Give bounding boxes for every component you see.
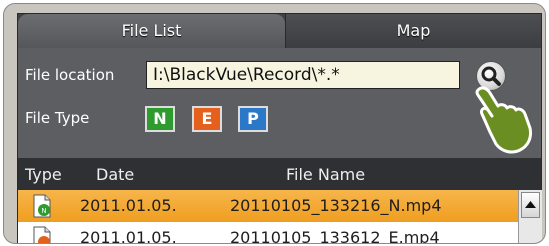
file-type-label: File Type <box>25 109 90 127</box>
svg-text:N: N <box>41 207 46 215</box>
column-header-date[interactable]: Date <box>96 165 134 184</box>
row-date: 2011.01.05. <box>80 196 177 215</box>
tab-map[interactable]: Map <box>285 14 541 48</box>
arrow-up-icon <box>525 201 536 208</box>
file-location-label: File location <box>25 66 115 84</box>
row-file-name: 20110105_133216_N.mp4 <box>230 196 442 215</box>
file-event-icon <box>33 226 51 243</box>
file-type-event-button[interactable]: E <box>192 106 222 132</box>
filter-area: File location I:\BlackVue\Record\*.* Fil… <box>18 48 541 158</box>
file-type-parking-button[interactable]: P <box>238 106 268 132</box>
file-type-normal-button[interactable]: N <box>145 106 175 132</box>
file-list-panel: File List Map File location I:\BlackVue\… <box>17 13 542 244</box>
table-row[interactable]: N 2011.01.05. 20110105_133216_N.mp4 <box>18 190 518 222</box>
tab-file-list[interactable]: File List <box>18 14 285 48</box>
file-location-field[interactable]: I:\BlackVue\Record\*.* <box>146 61 460 89</box>
column-header-file-name[interactable]: File Name <box>286 165 365 184</box>
scroll-up-button[interactable] <box>521 192 540 218</box>
column-header-type[interactable]: Type <box>25 165 62 184</box>
window-frame: File List Map File location I:\BlackVue\… <box>3 3 546 244</box>
tab-file-list-label: File List <box>121 21 182 40</box>
scrollbar[interactable] <box>518 190 542 243</box>
pointing-hand-icon <box>475 86 532 154</box>
row-date: 2011.01.05. <box>80 228 177 244</box>
row-file-name: 20110105_133612_E.mp4 <box>230 228 440 244</box>
table-row[interactable]: 2011.01.05. 20110105_133612_E.mp4 <box>18 222 518 244</box>
table-header: Type Date File Name <box>18 158 541 190</box>
tab-map-label: Map <box>396 21 431 40</box>
file-normal-icon: N <box>33 194 51 218</box>
